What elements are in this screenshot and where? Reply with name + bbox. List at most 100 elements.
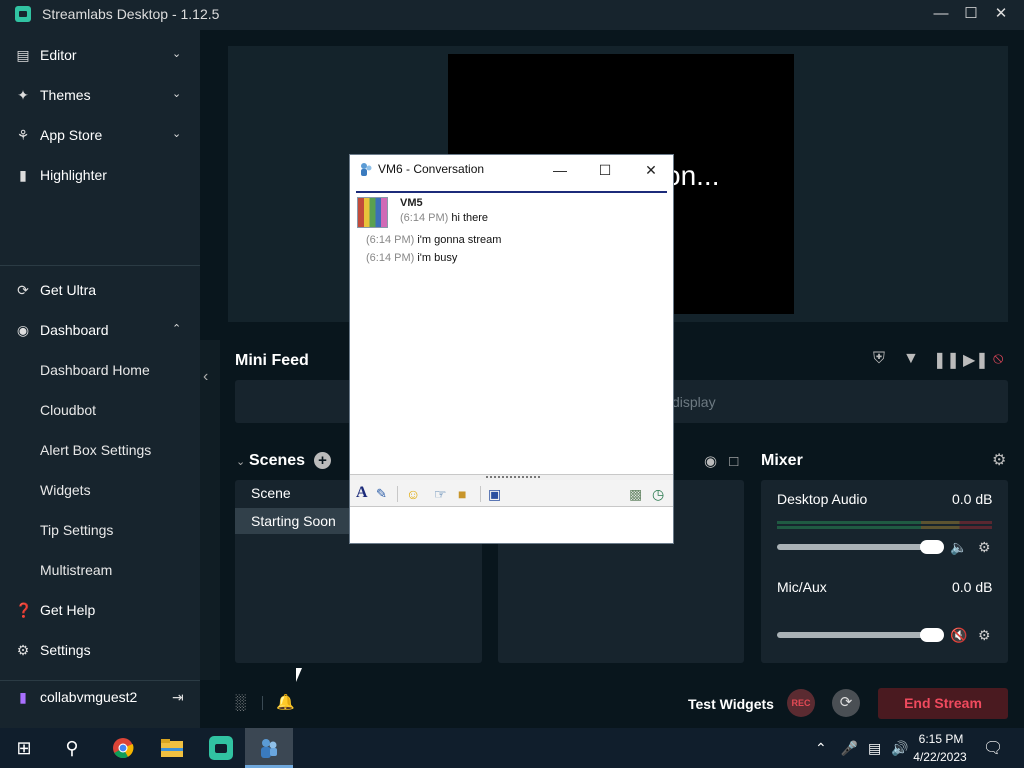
record-button[interactable]: REC <box>787 689 815 717</box>
mute-alerts-icon[interactable]: ⦸ <box>993 350 1003 368</box>
close-button[interactable]: ✕ <box>636 158 666 182</box>
send-file-icon[interactable]: ▩ <box>629 486 642 502</box>
gear-icon[interactable]: ⚙ <box>978 539 991 556</box>
scenes-title: Scenes <box>249 452 306 469</box>
test-widgets-button[interactable]: Test Widgets <box>688 696 774 712</box>
sidebar-item-multistream[interactable]: Multistream <box>0 552 200 588</box>
sidebar-item-widgets[interactable]: Widgets <box>0 472 200 508</box>
sidebar-item-label: Cloudbot <box>40 402 97 418</box>
file-explorer-icon[interactable] <box>148 728 196 768</box>
splitter-grip[interactable] <box>486 476 540 478</box>
replay-buffer-button[interactable]: ⟳ <box>832 689 860 717</box>
message-text: i'm gonna stream <box>417 234 502 246</box>
scene-item-selected[interactable]: Starting Soon <box>235 508 350 534</box>
volume-meter <box>777 521 992 524</box>
volume-slider-handle[interactable] <box>920 540 944 554</box>
sidebar-item-alert-box-settings[interactable]: Alert Box Settings <box>0 432 200 468</box>
message: (6:14 PM) i'm busy <box>366 252 457 264</box>
pause-icon[interactable]: ❚❚ <box>933 350 960 370</box>
font-icon[interactable]: A <box>356 485 368 501</box>
search-icon[interactable]: ⚲ <box>48 728 96 768</box>
add-folder-icon[interactable]: □ <box>729 453 738 470</box>
mixer-title: Mixer <box>761 452 803 469</box>
sidebar-item-label: Highlighter <box>40 167 107 183</box>
divider <box>397 486 398 502</box>
muted-speaker-icon[interactable]: 🔇 <box>950 627 967 644</box>
font-color-icon[interactable]: ✎ <box>376 486 387 502</box>
streamlabs-icon[interactable] <box>197 728 245 768</box>
buzz-icon[interactable]: ■ <box>458 486 466 502</box>
chrome-icon[interactable] <box>99 728 147 768</box>
sidebar-item-settings[interactable]: ⚙ Settings <box>0 632 200 668</box>
sidebar-item-get-help[interactable]: ❓ Get Help <box>0 592 200 628</box>
sidebar-item-label: Widgets <box>40 482 91 498</box>
editor-icon: ▤ <box>16 47 30 63</box>
app-title: Streamlabs Desktop - 1.12.5 <box>42 6 220 22</box>
sidebar-item-editor[interactable]: ▤ Editor ⌄ <box>0 37 200 73</box>
sidebar-item-label: Get Help <box>40 602 96 618</box>
scene-item[interactable]: Scene <box>235 480 350 506</box>
volume-icon[interactable]: 🔊 <box>891 740 908 756</box>
filter-icon[interactable]: ▼ <box>903 350 919 368</box>
message-text: hi there <box>451 212 489 224</box>
sidebar-item-label: Alert Box Settings <box>40 442 152 458</box>
sidebar-item-app-store[interactable]: ⚘ App Store ⌄ <box>0 117 200 153</box>
nudge-icon[interactable]: ☞ <box>434 486 447 502</box>
highlighter-icon: ▮ <box>19 167 27 183</box>
sidebar-item-themes[interactable]: ✦ Themes ⌄ <box>0 77 200 113</box>
conversation-title: VM6 - Conversation <box>378 162 485 176</box>
skip-icon[interactable]: ▶❚ <box>963 350 989 370</box>
volume-slider[interactable] <box>777 632 942 638</box>
clock-time[interactable]: 6:15 PM <box>916 732 966 746</box>
maximize-button[interactable]: ☐ <box>956 0 986 30</box>
minimize-button[interactable]: — <box>545 158 575 182</box>
microphone-icon[interactable]: 🎤 <box>841 740 858 756</box>
chevron-left-icon[interactable]: ‹ <box>203 368 208 386</box>
windows-start-icon[interactable]: ⊞ <box>0 728 48 768</box>
shield-icon[interactable]: ⛨ <box>873 350 885 368</box>
sidebar-item-label: Dashboard Home <box>40 362 150 378</box>
app-store-icon: ⚘ <box>16 127 30 143</box>
header-divider <box>356 191 667 193</box>
sidebar-item-dashboard-home[interactable]: Dashboard Home <box>0 352 200 388</box>
chevron-down-icon[interactable]: ⌄ <box>236 455 245 468</box>
sidebar-item-dashboard[interactable]: ◉ Dashboard ⌃ <box>0 312 200 348</box>
sidebar-collapse-handle[interactable] <box>200 340 220 680</box>
bell-icon[interactable]: 🔔 <box>276 693 295 711</box>
logout-icon[interactable]: ⇥ <box>172 689 184 706</box>
messenger-icon <box>361 163 372 176</box>
sidebar-item-tip-settings[interactable]: Tip Settings <box>0 512 200 548</box>
message-sender: VM5 <box>400 197 423 209</box>
sidebar-item-get-ultra[interactable]: ⟳ Get Ultra <box>0 272 200 308</box>
message-input[interactable] <box>350 508 673 543</box>
sidebar-user[interactable]: ▮ collabvmguest2 ⇥ <box>0 679 200 715</box>
sidebar-item-highlighter[interactable]: ▮ Highlighter <box>0 157 200 193</box>
mini-feed-message: display <box>672 394 716 410</box>
sidebar-item-cloudbot[interactable]: Cloudbot <box>0 392 200 428</box>
network-icon[interactable]: ▤ <box>868 740 881 756</box>
maximize-button[interactable]: ☐ <box>590 158 620 182</box>
clock-date[interactable]: 4/22/2023 <box>908 750 972 764</box>
volume-slider-handle[interactable] <box>920 628 944 642</box>
mixer-source-name: Desktop Audio <box>777 491 868 507</box>
messenger-icon[interactable] <box>245 728 293 768</box>
minimize-button[interactable]: — <box>926 0 956 30</box>
save-icon[interactable]: ▣ <box>488 486 501 502</box>
speaker-icon[interactable]: 🔈 <box>950 539 967 556</box>
chevron-up-icon[interactable]: ⌃ <box>815 740 827 756</box>
conversation-window[interactable]: VM6 - Conversation — ☐ ✕ VM5 (6:14 PM) h… <box>349 154 674 544</box>
notification-icon[interactable]: 🗨 <box>983 738 1003 758</box>
add-scene-button[interactable]: + <box>314 452 331 469</box>
gear-icon[interactable]: ⚙ <box>992 450 1006 470</box>
end-stream-button[interactable]: End Stream <box>878 688 1008 719</box>
volume-slider[interactable] <box>777 544 942 550</box>
sidebar-item-label: Tip Settings <box>40 522 114 538</box>
chevron-down-icon: ⌄ <box>172 48 182 60</box>
add-source-icon[interactable]: ◉ <box>704 453 717 470</box>
stats-icon[interactable]: ░ <box>235 694 246 711</box>
emoticon-icon[interactable]: ☺ <box>406 486 420 502</box>
sidebar-item-label: Editor <box>40 47 77 63</box>
gear-icon[interactable]: ⚙ <box>978 627 991 644</box>
history-icon[interactable]: ◷ <box>652 486 664 502</box>
close-button[interactable]: ✕ <box>986 0 1016 30</box>
